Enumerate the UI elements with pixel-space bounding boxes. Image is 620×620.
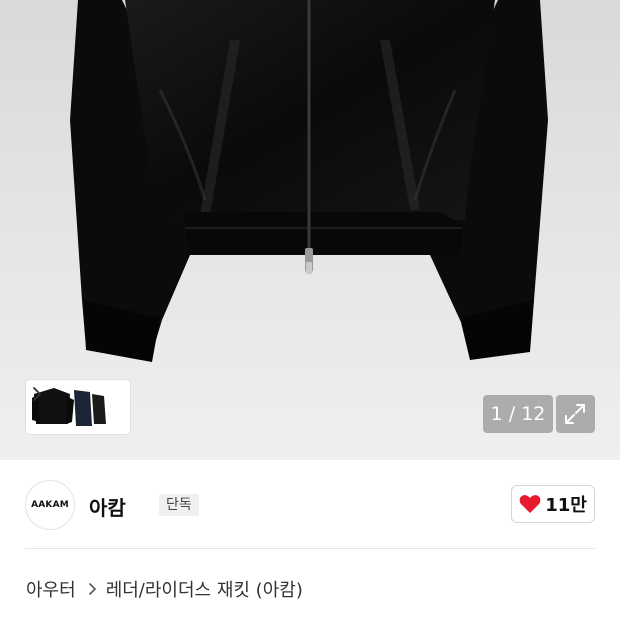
like-button[interactable]: 11만 [511,485,595,523]
like-count: 11만 [545,495,587,516]
breadcrumb-subcategory[interactable]: 레더/라이더스 재킷 (아캄) [106,576,303,602]
brand-name[interactable]: 아캄 [89,492,126,521]
chevron-right-icon [88,583,96,595]
product-image-gallery[interactable]: 1 / 12 [0,0,620,460]
brand-logo[interactable]: AAKAM [25,480,75,530]
fullscreen-button[interactable] [556,395,595,433]
thumbnail-strip[interactable] [26,380,130,434]
divider [25,548,595,549]
breadcrumb: 아우터 레더/라이더스 재킷 (아캄) [26,576,303,602]
chevron-right-icon[interactable] [30,384,44,404]
heart-icon [519,495,541,513]
expand-icon [565,404,585,424]
exclusive-badge: 단독 [159,494,199,516]
breadcrumb-category[interactable]: 아우터 [26,576,76,602]
image-counter: 1 / 12 [483,395,553,433]
brand-logo-text: AAKAM [31,500,69,510]
brand-row: AAKAM 아캄 단독 11만 [25,480,595,532]
